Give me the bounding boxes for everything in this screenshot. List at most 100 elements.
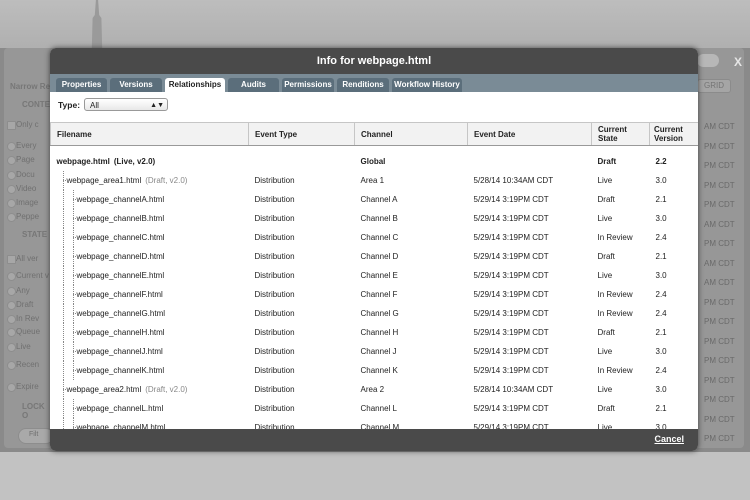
current-version-cell: 3.0: [655, 271, 667, 280]
file-name[interactable]: webpage_channelL.html: [77, 404, 164, 413]
tree-connector: [72, 323, 74, 342]
event-type-cell: [249, 152, 355, 171]
table-row[interactable]: webpage_channelD.html Distribution Channel…: [51, 247, 699, 266]
background-filter-option: Only c: [7, 120, 39, 130]
current-version-cell: 2.2: [655, 157, 667, 166]
background-time-cell: PM CDT: [704, 434, 735, 443]
file-name[interactable]: webpage_channelF.html: [77, 290, 163, 299]
background-time-cell: PM CDT: [704, 356, 735, 365]
tab-properties[interactable]: Properties: [56, 78, 107, 92]
column-header-filename[interactable]: Filename: [50, 122, 249, 146]
file-name[interactable]: webpage_channelE.html: [77, 271, 165, 280]
type-select[interactable]: All ▲▼: [84, 98, 168, 111]
tree-connector: [62, 266, 64, 285]
tree-connector: [72, 228, 74, 247]
tab-workflow-history[interactable]: Workflow History: [392, 78, 462, 92]
background-filter-option: Current v: [7, 271, 49, 281]
filename-cell: webpage_area2.html (Draft, v2.0): [51, 380, 249, 399]
table-row[interactable]: webpage_channelG.html Distribution Channel…: [51, 304, 699, 323]
current-state-cell: Draft: [597, 157, 617, 166]
column-header-current-version[interactable]: Current Version: [649, 122, 698, 146]
tab-relationships[interactable]: Relationships: [165, 78, 225, 92]
table-row[interactable]: webpage_channelL.html Distribution Channel…: [51, 399, 699, 418]
file-name[interactable]: webpage_channelJ.html: [77, 347, 163, 356]
file-name[interactable]: webpage.html: [57, 157, 110, 166]
table-row[interactable]: webpage_channelF.html Distribution Channel…: [51, 285, 699, 304]
tree-connector: [72, 218, 80, 219]
channel-cell: Channel J: [360, 347, 397, 356]
background-time-cell: PM CDT: [704, 297, 735, 307]
table-row[interactable]: webpage_area1.html (Draft, v2.0) Distribut…: [51, 171, 699, 190]
table-row[interactable]: webpage_channelA.html Distribution Channel…: [51, 190, 699, 209]
tree-connector: [72, 304, 74, 323]
tree-connector: [72, 427, 80, 428]
current-version-cell: 3.0: [655, 176, 667, 185]
table-row[interactable]: webpage_channelK.html Distribution Channel…: [51, 361, 699, 380]
event-date-cell: 5/29/14 3:19PM CDT: [473, 366, 549, 375]
table-row[interactable]: webpage_channelH.html Distribution Channel…: [51, 323, 699, 342]
background-section-title: STATE: [22, 230, 48, 239]
current-state-cell: Draft: [597, 195, 615, 204]
column-header-event-date[interactable]: Event Date: [467, 122, 592, 146]
background-time-cell: AM CDT: [704, 122, 735, 131]
table-row[interactable]: webpage.html (Live, v2.0) Global Draft 2.2: [51, 152, 699, 171]
tree-connector: [72, 361, 74, 380]
file-status: (Draft, v2.0): [145, 176, 188, 185]
file-name[interactable]: webpage_channelB.html: [77, 214, 165, 223]
event-date-cell: 5/29/14 3:19PM CDT: [473, 252, 549, 261]
current-version-cell: 2.4: [655, 309, 667, 318]
dialog-title: Info for webpage.html: [50, 48, 698, 74]
background-narrow-label: Narrow Re: [10, 82, 51, 91]
tab-renditions[interactable]: Renditions: [337, 78, 389, 92]
channel-cell: Channel D: [360, 252, 399, 261]
channel-cell: Area 2: [360, 385, 385, 394]
event-type-cell: Distribution: [254, 252, 295, 261]
tab-permissions[interactable]: Permissions: [282, 78, 334, 92]
file-name[interactable]: webpage_channelH.html: [77, 328, 165, 337]
cancel-button[interactable]: Cancel: [654, 434, 684, 444]
background-filter-option: All ver: [6, 254, 39, 264]
background-time-cell: PM CDT: [704, 336, 735, 346]
current-version-cell: 3.0: [655, 214, 667, 223]
file-name[interactable]: webpage_area1.html: [67, 176, 142, 185]
file-name[interactable]: webpage_channelG.html: [77, 309, 166, 318]
file-name[interactable]: webpage_area2.html: [67, 385, 142, 394]
tree-connector: [62, 323, 64, 342]
event-type-cell: Distribution: [254, 214, 295, 223]
table-row[interactable]: webpage_area2.html (Draft, v2.0) Distribut…: [51, 380, 699, 399]
table-row[interactable]: webpage_channelB.html Distribution Channel…: [51, 209, 699, 228]
background-sidebar: Narrow Re CONTE Only c Every Page Docu Video Im…: [4, 74, 54, 444]
background-time-cell: PM CDT: [704, 180, 735, 190]
filename-cell: webpage_channelH.html: [51, 323, 249, 342]
file-name[interactable]: webpage_channelA.html: [77, 195, 165, 204]
background-section-title: CONTE: [22, 100, 50, 109]
file-name[interactable]: webpage_channelK.html: [77, 366, 165, 375]
event-date-cell: [468, 152, 592, 171]
tree-connector: [72, 351, 80, 352]
background-time-cell: AM CDT: [704, 278, 735, 287]
file-name[interactable]: webpage_channelC.html: [77, 233, 165, 242]
tab-audits[interactable]: Audits: [228, 78, 279, 92]
tab-versions[interactable]: Versions: [110, 78, 162, 92]
event-date-cell: 5/29/14 3:19PM CDT: [473, 404, 549, 413]
tree-connector: [62, 361, 64, 380]
tree-connector: [72, 313, 80, 314]
tree-connector: [62, 285, 64, 304]
background-filter-option: Peppe: [6, 212, 40, 222]
table-row[interactable]: webpage_channelJ.html Distribution Channel…: [51, 342, 699, 361]
event-type-cell: Distribution: [254, 271, 295, 280]
file-name[interactable]: webpage_channelD.html: [77, 252, 165, 261]
table-row[interactable]: webpage_channelC.html Distribution Channel…: [51, 228, 699, 247]
table-row[interactable]: webpage_channelE.html Distribution Channel…: [51, 266, 699, 285]
tree-connector: [72, 256, 80, 257]
current-version-cell: 2.1: [655, 404, 667, 413]
column-header-channel[interactable]: Channel: [354, 122, 468, 146]
dialog-footer: Cancel: [50, 429, 698, 451]
column-header-current-state[interactable]: Current State: [591, 122, 650, 146]
background-filter-option: Page: [7, 155, 35, 165]
filename-cell: webpage.html (Live, v2.0): [51, 152, 249, 171]
channel-cell: Channel F: [360, 290, 398, 299]
current-state-cell: In Review: [597, 309, 633, 318]
column-header-event-type[interactable]: Event Type: [248, 122, 355, 146]
file-status: (Live, v2.0): [113, 157, 156, 166]
